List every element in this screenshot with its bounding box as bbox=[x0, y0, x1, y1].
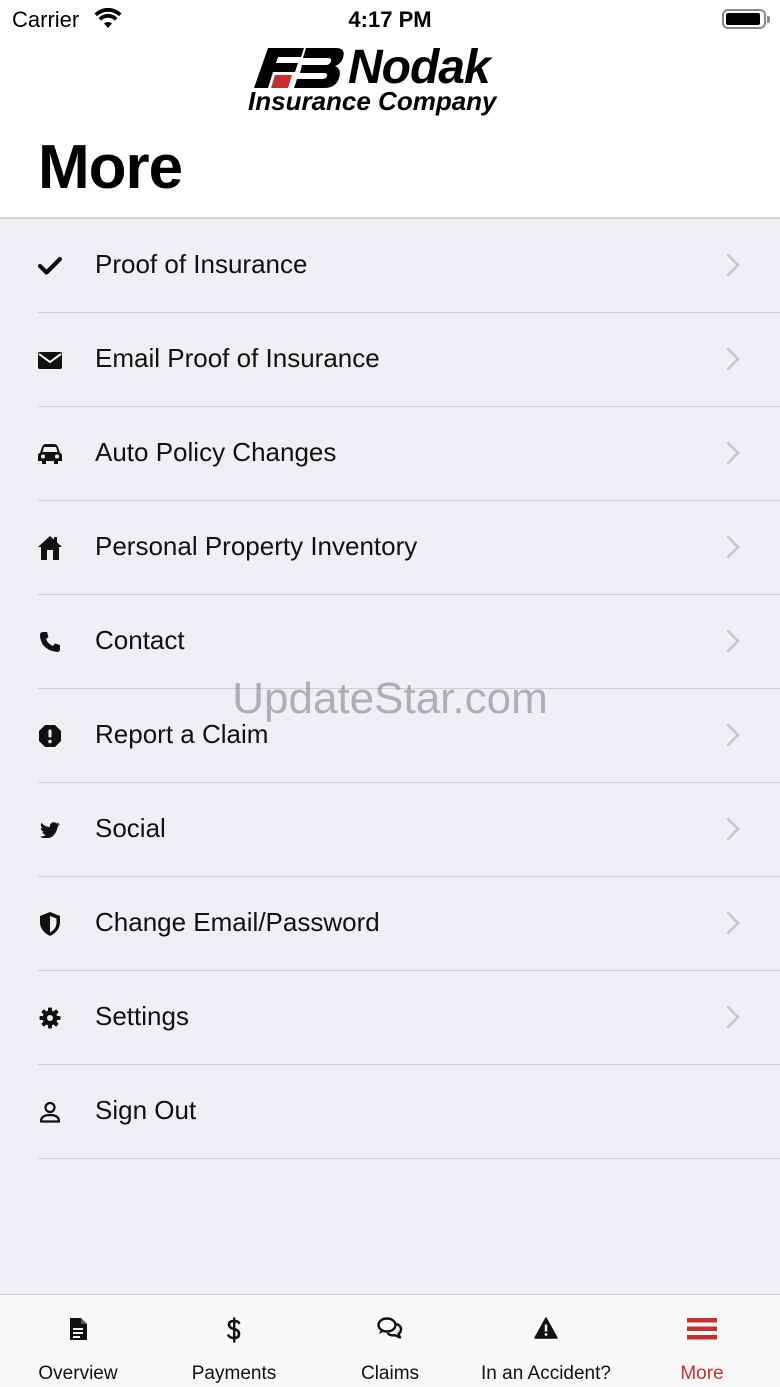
alert-octagon-icon bbox=[37, 723, 63, 749]
menu-item-label: Personal Property Inventory bbox=[95, 531, 418, 561]
menu-item-label: Contact bbox=[95, 625, 185, 655]
shield-icon bbox=[37, 911, 63, 937]
hamburger-menu-icon bbox=[624, 1317, 780, 1345]
page-title: More bbox=[38, 133, 183, 202]
chevron-right-icon bbox=[726, 535, 740, 564]
envelope-icon bbox=[37, 347, 63, 373]
nodak-logo-mark bbox=[254, 48, 344, 88]
tab-label: Payments bbox=[191, 1363, 277, 1384]
battery-icon bbox=[722, 9, 770, 29]
menu-item-email-proof-of-insurance[interactable]: Email Proof of Insurance bbox=[0, 313, 780, 407]
chat-bubbles-icon bbox=[312, 1317, 468, 1345]
tab-more[interactable]: More bbox=[624, 1295, 780, 1387]
menu-item-label: Change Email/Password bbox=[95, 907, 380, 937]
status-bar: Carrier 4:17 PM bbox=[0, 0, 780, 40]
dollar-icon bbox=[156, 1317, 312, 1345]
menu-item-label: Settings bbox=[95, 1001, 189, 1031]
menu-item-proof-of-insurance[interactable]: Proof of Insurance bbox=[0, 219, 780, 313]
chevron-right-icon bbox=[726, 253, 740, 282]
clock-time: 4:17 PM bbox=[348, 7, 432, 32]
document-icon bbox=[0, 1317, 156, 1345]
phone-icon bbox=[37, 629, 63, 655]
menu-item-contact[interactable]: Contact bbox=[0, 595, 780, 689]
tab-label: Overview bbox=[38, 1363, 118, 1384]
header: Nodak Insurance Company More bbox=[0, 40, 780, 219]
chevron-right-icon bbox=[726, 629, 740, 658]
chevron-right-icon bbox=[726, 347, 740, 376]
menu-item-label: Email Proof of Insurance bbox=[95, 343, 380, 373]
tab-label: More bbox=[680, 1363, 724, 1384]
logo-subtitle: Insurance Company bbox=[248, 86, 497, 116]
tab-payments[interactable]: Payments bbox=[156, 1295, 312, 1387]
tab-bar: Overview Payments Claims In an Accident?… bbox=[0, 1294, 780, 1387]
divider bbox=[38, 1158, 780, 1159]
menu-item-sign-out[interactable]: Sign Out bbox=[0, 1065, 780, 1159]
menu-item-auto-policy-changes[interactable]: Auto Policy Changes bbox=[0, 407, 780, 501]
tab-label: In an Accident? bbox=[481, 1363, 611, 1384]
tab-overview[interactable]: Overview bbox=[0, 1295, 156, 1387]
menu-item-label: Proof of Insurance bbox=[95, 249, 308, 279]
nodak-logo: Nodak Insurance Company bbox=[248, 41, 538, 116]
tab-in-an-accident[interactable]: In an Accident? bbox=[468, 1295, 624, 1387]
chevron-right-icon bbox=[726, 911, 740, 940]
user-icon bbox=[37, 1099, 63, 1125]
menu-item-settings[interactable]: Settings bbox=[0, 971, 780, 1065]
checkmark-icon bbox=[37, 253, 63, 279]
house-icon bbox=[37, 535, 63, 561]
menu-item-social[interactable]: Social bbox=[0, 783, 780, 877]
tab-label: Claims bbox=[360, 1363, 420, 1384]
menu-item-label: Auto Policy Changes bbox=[95, 437, 337, 467]
gear-icon bbox=[37, 1005, 63, 1031]
menu-item-report-a-claim[interactable]: Report a Claim bbox=[0, 689, 780, 783]
menu-item-personal-property-inventory[interactable]: Personal Property Inventory bbox=[0, 501, 780, 595]
chevron-right-icon bbox=[726, 723, 740, 752]
menu-item-label: Social bbox=[95, 813, 166, 843]
car-icon bbox=[37, 441, 63, 467]
menu-item-label: Report a Claim bbox=[95, 719, 269, 749]
warning-triangle-icon bbox=[468, 1317, 624, 1345]
twitter-icon bbox=[37, 817, 63, 843]
menu-item-change-email-password[interactable]: Change Email/Password bbox=[0, 877, 780, 971]
more-menu-list: Proof of Insurance Email Proof of Insura… bbox=[0, 219, 780, 1159]
chevron-right-icon bbox=[726, 817, 740, 846]
menu-item-label: Sign Out bbox=[95, 1095, 197, 1125]
tab-claims[interactable]: Claims bbox=[312, 1295, 468, 1387]
chevron-right-icon bbox=[726, 441, 740, 470]
chevron-right-icon bbox=[726, 1005, 740, 1034]
